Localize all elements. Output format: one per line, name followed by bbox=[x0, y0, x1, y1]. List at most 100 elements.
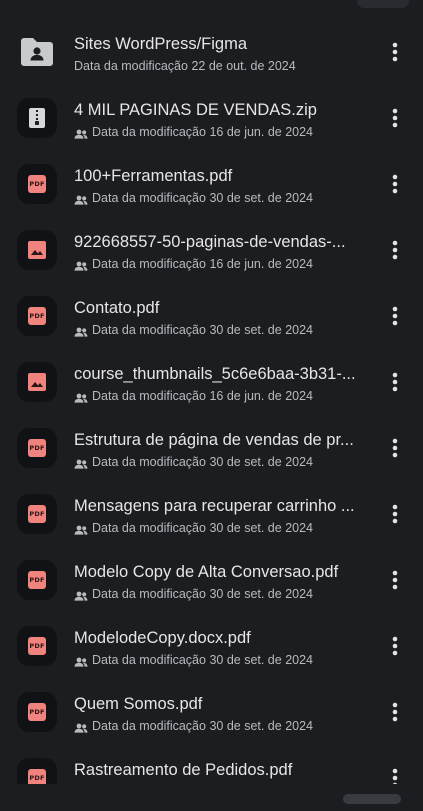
more-options-icon[interactable] bbox=[384, 699, 406, 725]
more-options-icon[interactable] bbox=[384, 171, 406, 197]
image-icon bbox=[17, 362, 57, 402]
more-options-icon[interactable] bbox=[384, 435, 406, 461]
file-name: course_thumbnails_5c6e6baa-3b31-... bbox=[74, 365, 356, 383]
image-icon bbox=[17, 230, 57, 270]
file-row[interactable]: course_thumbnails_5c6e6baa-3b31-... Data … bbox=[0, 349, 423, 415]
modified-date: 30 de set. de 2024 bbox=[209, 653, 313, 667]
modified-label: Data da modificação bbox=[92, 125, 206, 139]
file-row[interactable]: Sites WordPress/Figma Data da modificação… bbox=[0, 19, 423, 85]
toolbar-edge bbox=[357, 0, 409, 8]
file-meta: Data da modificação 30 de set. de 2024 bbox=[74, 190, 364, 206]
modified-label: Data da modificação bbox=[92, 587, 206, 601]
modified-date: 30 de set. de 2024 bbox=[209, 455, 313, 469]
file-name: Modelo Copy de Alta Conversao.pdf bbox=[74, 563, 339, 581]
file-meta: Data da modificação 30 de set. de 2024 bbox=[74, 520, 364, 536]
pdf-icon: PDF bbox=[17, 428, 57, 468]
file-row[interactable]: PDF Contato.pdf Data da modificação 30 de … bbox=[0, 283, 423, 349]
pdf-badge: PDF bbox=[28, 307, 46, 325]
people-icon bbox=[74, 457, 88, 469]
pdf-badge: PDF bbox=[28, 439, 46, 457]
file-meta: Data da modificação 16 de jun. de 2024 bbox=[74, 124, 364, 140]
modified-label: Data da modificação bbox=[92, 257, 206, 271]
pdf-icon: PDF bbox=[17, 626, 57, 666]
modified-date: 30 de set. de 2024 bbox=[209, 521, 313, 535]
modified-label: Data da modificação bbox=[92, 191, 206, 205]
file-meta: Data da modificação 16 de jun. de 2024 bbox=[74, 256, 364, 272]
more-options-icon[interactable] bbox=[384, 567, 406, 593]
pdf-icon: PDF bbox=[17, 164, 57, 204]
pdf-badge: PDF bbox=[28, 703, 46, 721]
file-meta: Data da modificação 30 de set. de 2024 bbox=[74, 322, 364, 338]
file-name: Sites WordPress/Figma bbox=[74, 35, 247, 53]
modified-date: 30 de set. de 2024 bbox=[209, 191, 313, 205]
people-icon bbox=[74, 655, 88, 667]
pdf-badge: PDF bbox=[28, 175, 46, 193]
file-meta: Data da modificação 30 de set. de 2024 bbox=[74, 652, 364, 668]
modified-date: 16 de jun. de 2024 bbox=[209, 257, 314, 271]
file-meta: Data da modificação 16 de jun. de 2024 bbox=[74, 388, 364, 404]
people-icon bbox=[74, 259, 88, 271]
fab-edge[interactable] bbox=[343, 794, 401, 804]
more-options-icon[interactable] bbox=[384, 39, 406, 65]
file-row[interactable]: PDF Quem Somos.pdf Data da modificação 30 … bbox=[0, 679, 423, 745]
modified-date: 22 de out. de 2024 bbox=[191, 59, 296, 73]
bottom-bar-edge bbox=[0, 784, 423, 804]
file-row[interactable]: 922668557-50-paginas-de-vendas-... Data d… bbox=[0, 217, 423, 283]
more-options-icon[interactable] bbox=[384, 105, 406, 131]
file-name: ModelodeCopy.docx.pdf bbox=[74, 629, 251, 647]
file-name: 922668557-50-paginas-de-vendas-... bbox=[74, 233, 346, 251]
file-meta: Data da modificação 30 de set. de 2024 bbox=[74, 718, 364, 734]
modified-label: Data da modificação bbox=[92, 389, 206, 403]
more-options-icon[interactable] bbox=[384, 369, 406, 395]
file-row[interactable]: PDF 100+Ferramentas.pdf Data da modificaçã… bbox=[0, 151, 423, 217]
pdf-icon: PDF bbox=[17, 560, 57, 600]
more-options-icon[interactable] bbox=[384, 237, 406, 263]
file-name: 100+Ferramentas.pdf bbox=[74, 167, 233, 185]
modified-label: Data da modificação bbox=[92, 521, 206, 535]
file-name: Estrutura de página de vendas de pr... bbox=[74, 431, 354, 449]
top-app-bar-edge bbox=[0, 0, 423, 12]
file-row[interactable]: 4 MIL PAGINAS DE VENDAS.zip Data da modif… bbox=[0, 85, 423, 151]
file-row[interactable]: PDF Mensagens para recuperar carrinho ...… bbox=[0, 481, 423, 547]
people-icon bbox=[74, 721, 88, 733]
file-meta: Data da modificação 30 de set. de 2024 bbox=[74, 586, 364, 602]
people-icon bbox=[74, 589, 88, 601]
modified-label: Data da modificação bbox=[74, 59, 188, 73]
file-name: Quem Somos.pdf bbox=[74, 695, 203, 713]
modified-label: Data da modificação bbox=[92, 455, 206, 469]
zip-icon bbox=[17, 98, 57, 138]
modified-date: 30 de set. de 2024 bbox=[209, 587, 313, 601]
file-meta: Data da modificação 22 de out. de 2024 bbox=[74, 58, 364, 74]
file-name: Rastreamento de Pedidos.pdf bbox=[74, 761, 293, 779]
modified-date: 16 de jun. de 2024 bbox=[209, 125, 314, 139]
pdf-badge: PDF bbox=[28, 571, 46, 589]
file-list: Sites WordPress/Figma Data da modificação… bbox=[0, 19, 423, 811]
modified-label: Data da modificação bbox=[92, 719, 206, 733]
file-name: 4 MIL PAGINAS DE VENDAS.zip bbox=[74, 101, 317, 119]
more-options-icon[interactable] bbox=[384, 303, 406, 329]
people-icon bbox=[74, 391, 88, 403]
file-name: Mensagens para recuperar carrinho ... bbox=[74, 497, 355, 515]
pdf-badge: PDF bbox=[28, 637, 46, 655]
file-row[interactable]: PDF Modelo Copy de Alta Conversao.pdf Data… bbox=[0, 547, 423, 613]
pdf-badge: PDF bbox=[28, 505, 46, 523]
file-meta: Data da modificação 30 de set. de 2024 bbox=[74, 454, 364, 470]
more-options-icon[interactable] bbox=[384, 633, 406, 659]
people-icon bbox=[74, 523, 88, 535]
modified-date: 16 de jun. de 2024 bbox=[209, 389, 314, 403]
file-name: Contato.pdf bbox=[74, 299, 160, 317]
modified-label: Data da modificação bbox=[92, 653, 206, 667]
people-icon bbox=[74, 127, 88, 139]
more-options-icon[interactable] bbox=[384, 501, 406, 527]
pdf-icon: PDF bbox=[17, 692, 57, 732]
pdf-icon: PDF bbox=[17, 296, 57, 336]
modified-label: Data da modificação bbox=[92, 323, 206, 337]
file-row[interactable]: PDF Estrutura de página de vendas de pr..… bbox=[0, 415, 423, 481]
file-row[interactable]: PDF ModelodeCopy.docx.pdf Data da modifica… bbox=[0, 613, 423, 679]
pdf-icon: PDF bbox=[17, 494, 57, 534]
modified-date: 30 de set. de 2024 bbox=[209, 323, 313, 337]
people-icon bbox=[74, 325, 88, 337]
people-icon bbox=[74, 193, 88, 205]
modified-date: 30 de set. de 2024 bbox=[209, 719, 313, 733]
folder-shared-icon bbox=[17, 32, 57, 72]
